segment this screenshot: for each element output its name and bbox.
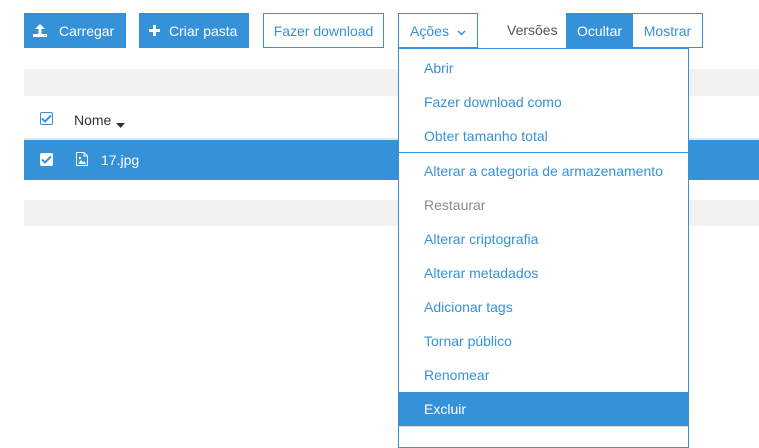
menu-item-change-storage-class[interactable]: Alterar a categoria de armazenamento xyxy=(399,154,688,188)
menu-item-download-as[interactable]: Fazer download como xyxy=(399,85,688,119)
create-folder-label: Criar pasta xyxy=(169,22,238,39)
download-button[interactable]: Fazer download xyxy=(263,13,384,48)
menu-item-label: Adicionar tags xyxy=(424,299,513,315)
show-label: Mostrar xyxy=(643,22,692,39)
menu-item-get-total-size[interactable]: Obter tamanho total xyxy=(399,119,688,153)
menu-item-make-public[interactable]: Tornar público xyxy=(399,324,688,358)
menu-item-restore: Restaurar xyxy=(399,188,688,222)
menu-item-label: Fazer download como xyxy=(424,94,562,110)
menu-item-label: Alterar criptografia xyxy=(424,231,539,247)
create-folder-button[interactable]: Criar pasta xyxy=(139,13,249,48)
menu-item-rename[interactable]: Renomear xyxy=(399,358,688,392)
menu-item-change-encryption[interactable]: Alterar criptografia xyxy=(399,222,688,256)
versions-hide-toggle[interactable]: Ocultar xyxy=(566,13,633,48)
menu-item-add-tags[interactable]: Adicionar tags xyxy=(399,290,688,324)
menu-item-delete[interactable]: Excluir xyxy=(399,392,688,426)
menu-item-label: Alterar a categoria de armazenamento xyxy=(424,163,663,179)
menu-item-label: Tornar público xyxy=(424,333,512,349)
actions-label: Ações xyxy=(410,22,449,39)
hide-label: Ocultar xyxy=(576,22,623,39)
actions-dropdown-button[interactable]: Ações xyxy=(398,13,478,48)
chevron-down-icon xyxy=(457,23,466,39)
row-checkbox[interactable] xyxy=(40,153,53,166)
select-all-checkbox[interactable] xyxy=(40,112,53,125)
upload-button[interactable]: Carregar xyxy=(24,13,126,48)
versions-show-toggle[interactable]: Mostrar xyxy=(632,13,703,48)
download-label: Fazer download xyxy=(273,22,374,39)
menu-item-open[interactable]: Abrir xyxy=(399,51,688,85)
check-icon xyxy=(41,155,52,164)
menu-item-label: Abrir xyxy=(424,60,454,76)
sort-caret-icon xyxy=(116,116,125,132)
menu-item-label: Excluir xyxy=(424,401,467,417)
plus-icon xyxy=(149,25,160,36)
actions-dropdown-menu: Abrir Fazer download como Obter tamanho … xyxy=(398,48,689,448)
upload-icon xyxy=(33,24,47,37)
image-file-icon xyxy=(76,152,88,169)
menu-item-label: Obter tamanho total xyxy=(424,128,548,144)
menu-divider xyxy=(399,152,688,153)
menu-item-change-metadata[interactable]: Alterar metadados xyxy=(399,256,688,290)
versions-label: Versões xyxy=(507,22,558,38)
menu-item-label: Restaurar xyxy=(424,197,486,213)
menu-divider xyxy=(399,426,688,427)
file-name[interactable]: 17.jpg xyxy=(101,152,139,168)
menu-item-label: Renomear xyxy=(424,367,490,383)
menu-item-label: Alterar metadados xyxy=(424,265,539,281)
upload-label: Carregar xyxy=(59,22,115,39)
check-icon xyxy=(41,114,52,123)
name-column-header[interactable]: Nome xyxy=(74,112,111,128)
